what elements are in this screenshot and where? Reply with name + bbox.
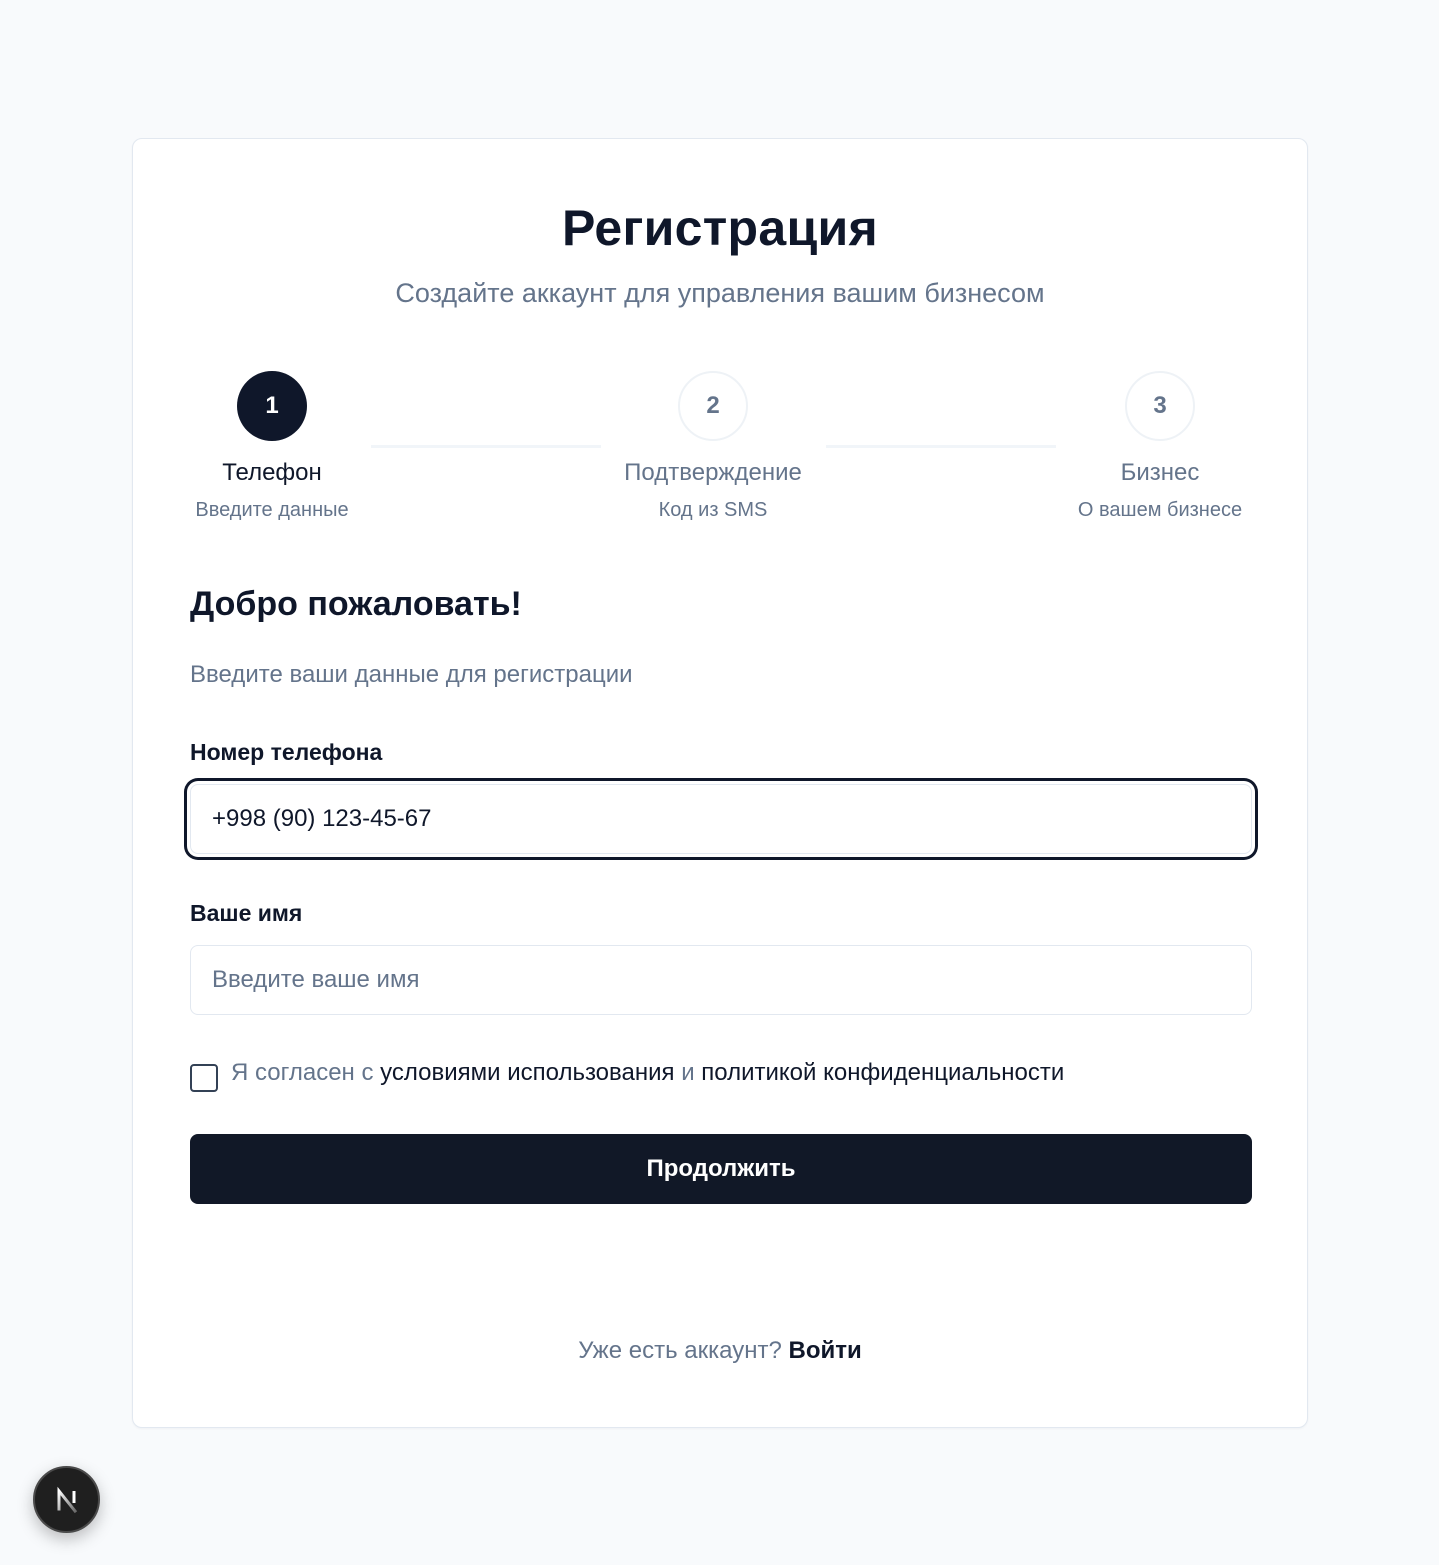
terms-text: Я согласен с условиями использования и п… [231, 1059, 1064, 1087]
registration-card: Регистрация Создайте аккаунт для управле… [132, 138, 1308, 1428]
step-connector [371, 445, 601, 448]
step-number: 3 [1125, 371, 1195, 441]
step-title: Телефон [222, 459, 322, 486]
nextjs-dev-badge[interactable] [33, 1466, 100, 1533]
step-business: 3 Бизнес О вашем бизнесе [1030, 371, 1290, 522]
step-title: Подтверждение [624, 459, 802, 486]
terms-prefix: Я согласен с [231, 1059, 374, 1086]
step-subtitle: Введите данные [195, 499, 349, 521]
step-phone: 1 Телефон Введите данные [142, 371, 402, 522]
terms-conjunction: и [681, 1059, 695, 1086]
privacy-policy-link[interactable]: политикой конфиденциальности [701, 1059, 1064, 1086]
step-title: Бизнес [1120, 459, 1200, 486]
phone-input[interactable] [190, 784, 1252, 854]
stepper: 1 Телефон Введите данные 2 Подтверждение… [133, 371, 1307, 531]
step-connector [826, 445, 1056, 448]
page-subtitle: Создайте аккаунт для управления вашим би… [395, 278, 1045, 308]
terms-checkbox[interactable] [190, 1064, 218, 1092]
form-description: Введите ваши данные для регистрации [190, 661, 633, 688]
name-input[interactable] [190, 945, 1252, 1015]
form-heading: Добро пожаловать! [190, 585, 522, 623]
login-prompt: Уже есть аккаунт? Войти [133, 1337, 1307, 1365]
nextjs-logo-icon [57, 1486, 77, 1513]
step-subtitle: Код из SMS [658, 499, 768, 521]
step-subtitle: О вашем бизнесе [1077, 499, 1243, 521]
page-title: Регистрация [561, 200, 879, 256]
name-label: Ваше имя [190, 900, 303, 926]
login-link[interactable]: Войти [788, 1337, 861, 1364]
login-prompt-text: Уже есть аккаунт? [578, 1337, 782, 1364]
phone-label: Номер телефона [190, 739, 383, 765]
step-number: 1 [237, 371, 307, 441]
continue-button[interactable]: Продолжить [190, 1134, 1252, 1204]
step-confirmation: 2 Подтверждение Код из SMS [583, 371, 843, 522]
step-number: 2 [678, 371, 748, 441]
terms-of-use-link[interactable]: условиями использования [380, 1059, 674, 1086]
